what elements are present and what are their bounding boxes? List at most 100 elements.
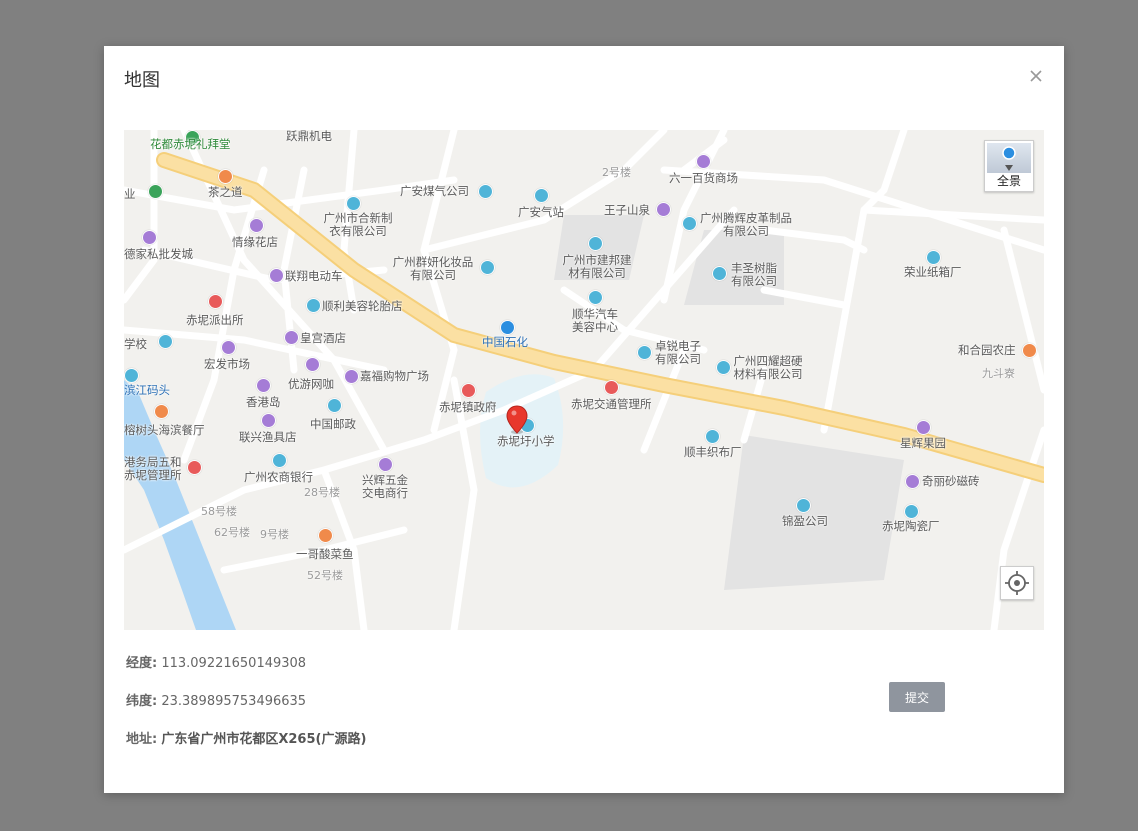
crosshair-icon [1005, 571, 1029, 595]
map-label: 顺丰织布厂 [684, 445, 742, 459]
address-row: 地址: 广东省广州市花都区X265(广源路) [126, 728, 366, 747]
close-icon[interactable] [1028, 68, 1044, 84]
map-label: 滨江码头 [124, 383, 170, 397]
map-label: 广州市建邦建材有限公司 [562, 253, 632, 280]
map-label: 58号楼 [201, 505, 237, 518]
farm-icon [1022, 343, 1037, 358]
government-icon [187, 460, 202, 475]
map-dialog: 地图 跃鼎机电 花都赤坭礼拜堂 茶之道 业 广州市合新制衣有限公司 广安煤气公司… [104, 46, 1064, 793]
map-label: 香港岛 [246, 395, 281, 409]
map-label: 六一百货商场 [669, 171, 738, 185]
map-view[interactable]: 跃鼎机电 花都赤坭礼拜堂 茶之道 业 广州市合新制衣有限公司 广安煤气公司 广安… [124, 130, 1044, 630]
company-icon [712, 266, 727, 281]
internet-cafe-icon [305, 357, 320, 372]
gas-station-icon [534, 188, 549, 203]
map-label: 荣业纸箱厂 [904, 265, 962, 279]
map-label: 九斗寮 [982, 367, 1015, 380]
map-label: 顺利美容轮胎店 [322, 299, 403, 313]
map-label: 赤坭派出所 [186, 313, 244, 327]
latitude-row: 纬度: 23.389895753496635 [126, 690, 306, 709]
street-view-icon [1002, 146, 1016, 171]
longitude-row: 经度: 113.09221650149308 [126, 652, 306, 671]
map-label: 跃鼎机电 [286, 130, 332, 143]
map-label: 港务局五和赤坭管理所 [124, 455, 182, 482]
map-label: 2号楼 [602, 166, 631, 179]
map-label: 赤坭圩小学 [497, 434, 555, 448]
map-label: 宏发市场 [204, 357, 250, 371]
shop-icon [261, 413, 276, 428]
map-label: 茶之道 [208, 185, 243, 199]
map-label: 学校 [124, 337, 147, 351]
company-icon [346, 196, 361, 211]
shop-icon [344, 369, 359, 384]
map-label: 28号楼 [304, 486, 340, 499]
map-label: 嘉福购物广场 [360, 369, 429, 383]
pier-icon [124, 368, 139, 383]
company-icon [588, 236, 603, 251]
map-label: 广安气站 [518, 205, 564, 219]
address-value: 广东省广州市花都区X265(广源路) [161, 732, 367, 747]
latitude-label: 纬度: [126, 694, 158, 709]
company-icon [904, 504, 919, 519]
map-label: 广州市合新制衣有限公司 [323, 211, 393, 238]
map-label: 赤坭交通管理所 [571, 397, 652, 411]
map-label: 9号楼 [260, 528, 289, 541]
map-label: 业 [124, 187, 136, 201]
panorama-thumbnail [987, 143, 1031, 173]
bank-icon [272, 453, 287, 468]
map-label: 中国邮政 [310, 417, 356, 431]
shop-icon [142, 230, 157, 245]
school-icon [158, 334, 173, 349]
map-label: 一哥酸菜鱼 [296, 547, 354, 561]
longitude-value: 113.09221650149308 [161, 656, 307, 671]
map-label: 和合园农庄 [958, 343, 1016, 357]
map-label: 联兴渔具店 [239, 430, 297, 444]
map-label: 榕树头海滨餐厅 [124, 423, 205, 437]
dialog-title: 地图 [124, 70, 160, 91]
map-label: 顺华汽车美容中心 [572, 307, 618, 334]
company-icon [637, 345, 652, 360]
cafe-icon [218, 169, 233, 184]
shop-icon [269, 268, 284, 283]
gas-station-icon [500, 320, 515, 335]
shop-icon [249, 218, 264, 233]
map-label: 王子山泉 [604, 203, 650, 217]
map-label: 丰圣树脂有限公司 [731, 261, 777, 288]
map-label: 联翔电动车 [285, 269, 343, 283]
market-icon [221, 340, 236, 355]
company-icon [705, 429, 720, 444]
map-label: 锦盈公司 [782, 514, 828, 528]
address-label: 地址: [126, 732, 158, 747]
map-label: 广州农商银行 [244, 470, 313, 484]
map-label: 52号楼 [307, 569, 343, 582]
map-label: 花都赤坭礼拜堂 [150, 137, 231, 151]
police-icon [208, 294, 223, 309]
map-label: 德家私批发城 [124, 247, 193, 261]
map-label: 优游网咖 [288, 377, 334, 391]
post-office-icon [327, 398, 342, 413]
panorama-label: 全景 [996, 174, 1021, 188]
map-label: 赤坭陶瓷厂 [882, 519, 940, 533]
shop-icon [378, 457, 393, 472]
company-icon [480, 260, 495, 275]
panorama-control[interactable]: 全景 [984, 140, 1034, 192]
shop-icon [256, 378, 271, 393]
company-icon [478, 184, 493, 199]
company-icon [796, 498, 811, 513]
map-label: 兴辉五金交电商行 [362, 473, 408, 500]
car-service-icon [588, 290, 603, 305]
company-icon [716, 360, 731, 375]
longitude-label: 经度: [126, 656, 158, 671]
restaurant-icon [154, 404, 169, 419]
locate-button[interactable] [1000, 566, 1034, 600]
map-label: 星辉果园 [900, 436, 946, 450]
traffic-office-icon [604, 380, 619, 395]
company-icon [926, 250, 941, 265]
map-label: 广州四耀超硬材料有限公司 [733, 354, 803, 381]
map-label: 皇宫酒店 [300, 331, 346, 345]
map-label: 广州群妍化妆品有限公司 [392, 255, 474, 282]
map-label: 赤坭镇政府 [439, 400, 497, 414]
submit-button[interactable]: 提交 [889, 682, 945, 712]
government-icon [461, 383, 476, 398]
shop-icon [696, 154, 711, 169]
